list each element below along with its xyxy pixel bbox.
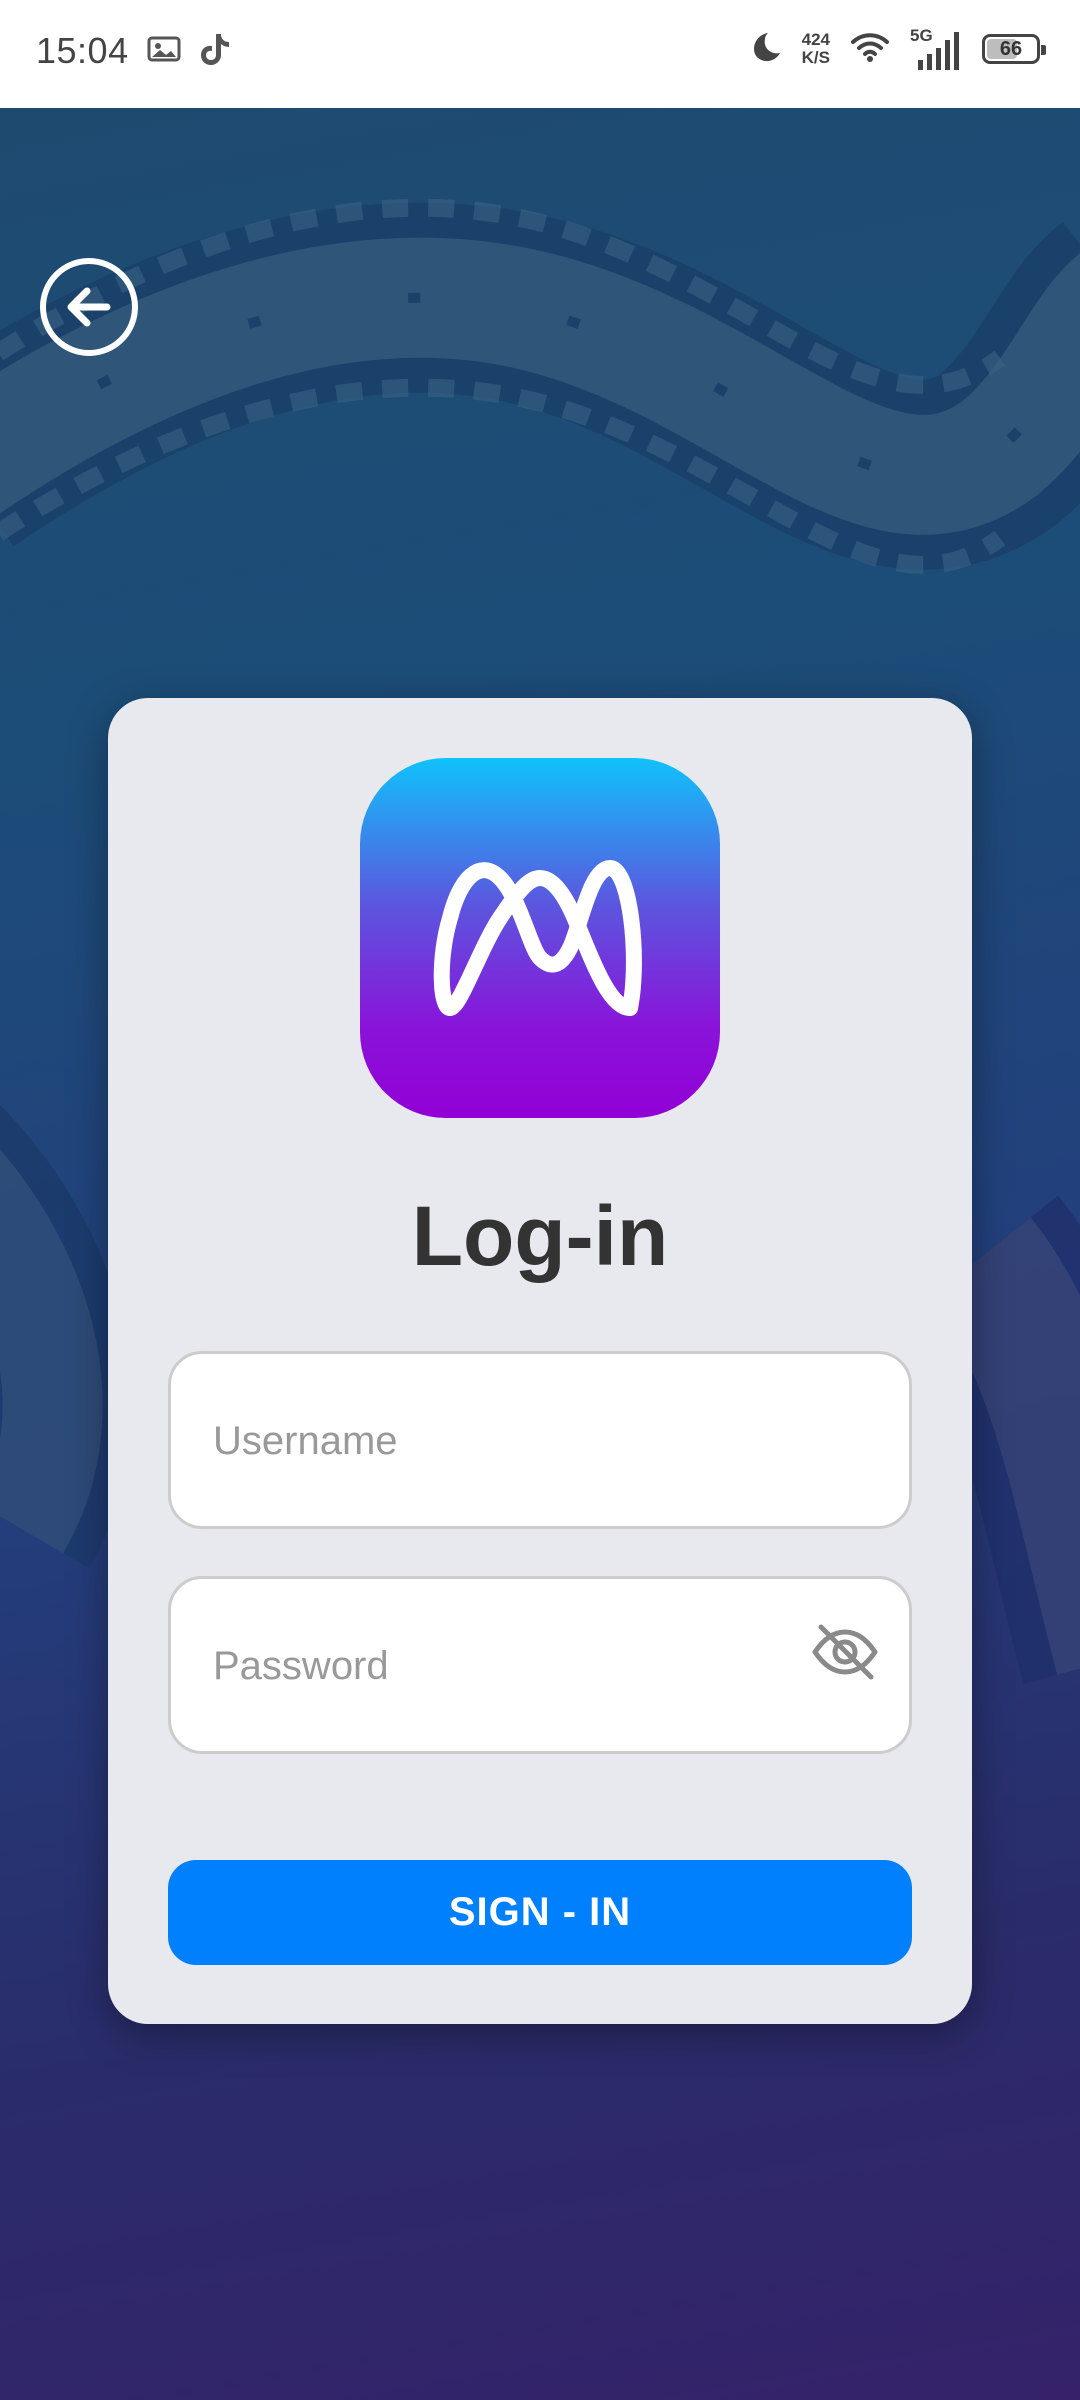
password-field[interactable]	[168, 1576, 912, 1754]
password-input[interactable]	[211, 1579, 815, 1753]
page-title: Log-in	[411, 1189, 669, 1283]
password-visibility-toggle[interactable]	[809, 1621, 881, 1683]
speed-value: 424	[801, 30, 830, 49]
login-screen: Log-in SIGN - IN	[0, 108, 1080, 2400]
status-time: 15:04	[36, 30, 129, 71]
wifi-icon	[850, 30, 890, 69]
status-left: 15:04	[36, 30, 231, 72]
gallery-icon	[147, 35, 181, 68]
app-logo	[360, 758, 720, 1118]
status-bar: 15:04 424 K/S 5G 66	[0, 0, 1080, 108]
arrow-left-circle-icon	[67, 287, 111, 327]
login-card: Log-in SIGN - IN	[108, 698, 972, 2024]
signal-icon	[918, 32, 959, 70]
battery-icon: 66	[982, 34, 1046, 64]
network-speed: 424 K/S	[802, 31, 830, 67]
tiktok-icon	[199, 32, 231, 71]
username-input[interactable]	[211, 1354, 815, 1528]
app-logo-icon	[433, 860, 642, 1016]
sign-in-button[interactable]: SIGN - IN	[168, 1860, 912, 1965]
back-button[interactable]	[40, 258, 138, 356]
signal-5g: 5G	[910, 26, 962, 72]
moon-icon	[748, 30, 782, 69]
battery-nub	[1041, 45, 1046, 55]
status-right: 424 K/S 5G 66	[748, 26, 1046, 72]
eye-off-icon	[812, 1624, 878, 1680]
battery-level: 66	[999, 38, 1023, 60]
username-field[interactable]	[168, 1351, 912, 1529]
speed-unit: K/S	[801, 48, 830, 67]
